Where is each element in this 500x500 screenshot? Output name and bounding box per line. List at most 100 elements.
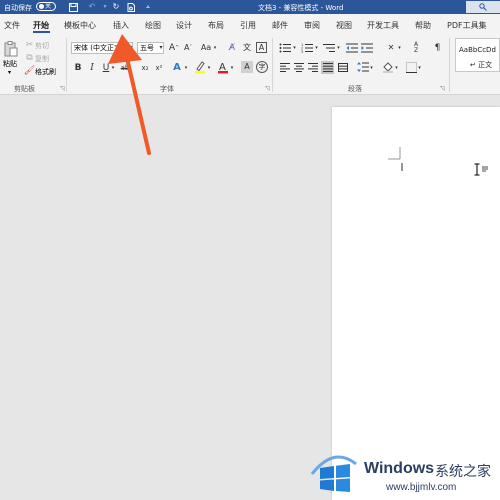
save-icon[interactable] (68, 2, 78, 12)
align-left-icon[interactable] (279, 62, 290, 73)
font-size-dropdown-icon[interactable]: ▾ (158, 43, 164, 53)
shading-icon[interactable] (382, 61, 394, 73)
show-marks-icon[interactable]: ¶ (432, 42, 443, 54)
chinese-layout-dropdown-icon[interactable]: ▾ (397, 42, 402, 54)
tab-view[interactable]: 视图 (336, 20, 352, 31)
highlight-icon[interactable] (194, 60, 206, 74)
change-case-icon[interactable]: Aa (199, 42, 213, 54)
align-center-icon[interactable] (293, 62, 304, 73)
font-color-icon[interactable]: A (217, 60, 229, 74)
redo-icon[interactable]: ↻ (111, 2, 121, 12)
shading-dropdown-icon[interactable]: ▾ (394, 62, 399, 74)
bullets-icon[interactable] (278, 42, 292, 54)
tab-layout[interactable]: 布局 (208, 20, 224, 31)
style-sample-text: AaBbCcDd (459, 46, 496, 54)
subscript-button[interactable]: x₂ (139, 62, 151, 74)
borders-dropdown-icon[interactable]: ▾ (417, 62, 422, 74)
style-name: ↵ 正文 (470, 61, 493, 69)
increase-indent-icon[interactable] (361, 42, 373, 54)
character-shading-icon[interactable]: A (241, 61, 253, 73)
tab-developer[interactable]: 开发工具 (367, 20, 399, 31)
strikethrough-button[interactable]: ab (118, 62, 132, 74)
format-painter-icon[interactable]: 🖌 (24, 66, 35, 76)
customize-qat-icon[interactable]: ⩡ (143, 2, 153, 12)
tab-home[interactable]: 开始 (33, 20, 49, 31)
borders-icon[interactable] (405, 61, 417, 73)
windows-logo-icon (310, 455, 357, 492)
paragraph-launcher-icon[interactable]: ◹ (440, 85, 445, 92)
tab-pdf-tools[interactable]: PDF工具集 (447, 20, 487, 31)
font-name-dropdown-icon[interactable]: ▾ (128, 43, 134, 53)
multilevel-list-dropdown-icon[interactable]: ▾ (336, 42, 341, 54)
active-tab-indicator (33, 31, 50, 33)
sort-icon[interactable]: AZ (411, 41, 421, 54)
tab-references[interactable]: 引用 (240, 20, 256, 31)
tab-help[interactable]: 帮助 (415, 20, 431, 31)
copy-icon[interactable]: ⧉ (25, 53, 34, 63)
undo-dropdown-icon[interactable]: ▾ (100, 2, 110, 12)
chinese-layout-icon[interactable]: ✕ (385, 42, 397, 54)
align-right-icon[interactable] (307, 62, 318, 73)
tab-file[interactable]: 文件 (4, 20, 20, 31)
change-case-glyph: Aa (200, 43, 212, 52)
watermark-brand: Windows (364, 460, 435, 477)
enclose-characters-icon[interactable]: 字 (256, 61, 268, 73)
clipboard-group-label: 剪贴板 (14, 85, 35, 93)
decrease-indent-icon[interactable] (346, 42, 358, 54)
tab-review[interactable]: 审阅 (304, 20, 320, 31)
ribbon-tabs: 文件 开始 模板中心 插入 绘图 设计 布局 引用 邮件 审阅 视图 开发工具 … (0, 14, 500, 34)
paste-button-label[interactable]: 粘贴 (3, 59, 17, 69)
highlight-dropdown-icon[interactable]: ▾ (206, 62, 212, 74)
line-spacing-dropdown-icon[interactable]: ▾ (369, 62, 374, 74)
text-cursor-icon (474, 163, 488, 176)
tab-design[interactable]: 设计 (176, 20, 192, 31)
underline-dropdown-icon[interactable]: ▾ (110, 62, 116, 74)
distributed-icon[interactable] (337, 62, 348, 73)
autosave-toggle[interactable]: 关 (36, 2, 56, 11)
font-name-value: 宋体 (中文正文) (74, 44, 124, 52)
format-painter-label[interactable]: 格式刷 (35, 67, 56, 77)
clear-formatting-icon[interactable]: A̸ (226, 42, 238, 54)
tab-mailings[interactable]: 邮件 (272, 20, 288, 31)
shrink-font-icon[interactable]: Aˇ (183, 42, 193, 54)
superscript-button[interactable]: x² (153, 62, 165, 74)
font-color-dropdown-icon[interactable]: ▾ (229, 62, 235, 74)
phonetic-guide-icon[interactable]: 文 (241, 42, 253, 54)
group-separator (449, 38, 450, 92)
justify-icon[interactable] (321, 61, 334, 74)
style-normal[interactable]: AaBbCcDd ↵ 正文 (455, 38, 500, 72)
multilevel-list-icon[interactable] (322, 42, 336, 54)
numbering-dropdown-icon[interactable]: ▾ (314, 42, 319, 54)
autosave-label: 自动保存 (4, 4, 32, 12)
italic-button[interactable]: I (87, 62, 97, 74)
margin-corner-mark (388, 147, 403, 171)
svg-text:3: 3 (301, 50, 303, 53)
print-preview-icon[interactable] (126, 2, 136, 12)
paragraph-group-label: 段落 (348, 85, 362, 93)
undo-icon[interactable]: ↶ (87, 2, 97, 12)
cut-icon[interactable]: ✂ (25, 40, 34, 50)
change-case-dropdown-icon[interactable]: ▾ (212, 42, 218, 54)
paste-icon[interactable] (3, 40, 19, 58)
text-effects-dropdown-icon[interactable]: ▾ (183, 62, 189, 74)
line-spacing-icon[interactable] (357, 61, 369, 73)
paste-dropdown-icon[interactable]: ▾ (8, 69, 11, 76)
text-effects-icon[interactable]: A (172, 61, 182, 74)
font-launcher-icon[interactable]: ◹ (265, 85, 270, 92)
tab-template-center[interactable]: 模板中心 (64, 20, 96, 31)
grow-font-icon[interactable]: A ^ (169, 42, 179, 54)
bold-button[interactable]: B (73, 62, 83, 74)
search-button[interactable] (466, 1, 500, 13)
numbering-icon[interactable]: 123 (300, 42, 314, 54)
windows-watermark: Windows 系统之家 www.bjjmlv.com (300, 440, 500, 500)
bullets-dropdown-icon[interactable]: ▾ (292, 42, 297, 54)
copy-label[interactable]: 复制 (35, 54, 49, 64)
cut-label[interactable]: 剪切 (35, 41, 49, 51)
font-name-box[interactable]: 宋体 (中文正文) (71, 42, 133, 54)
clipboard-launcher-icon[interactable]: ◹ (60, 85, 65, 92)
document-title: 文档3 - 兼容性模式 - Word (258, 4, 344, 12)
tab-insert[interactable]: 插入 (113, 20, 129, 31)
character-border-icon[interactable]: A (256, 42, 267, 53)
tab-draw[interactable]: 绘图 (145, 20, 161, 31)
group-separator (66, 38, 67, 92)
